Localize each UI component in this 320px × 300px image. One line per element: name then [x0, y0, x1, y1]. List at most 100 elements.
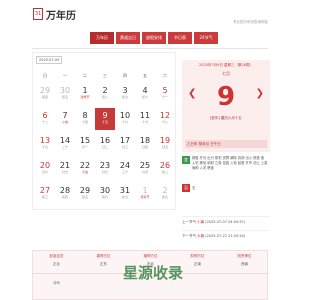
- day-cell[interactable]: 1 建党节: [75, 83, 95, 105]
- day-cell[interactable]: 27 初三: [35, 183, 55, 205]
- weekday-label: 日: [43, 73, 47, 78]
- lunar-label: 初六: [101, 195, 108, 199]
- info-value-row2: 冲马: [53, 281, 60, 285]
- next-term-name[interactable]: 大暑: [197, 234, 204, 238]
- nav-item-huangdaojiri[interactable]: 黄道吉日: [116, 32, 140, 44]
- day-number: 21: [59, 161, 71, 170]
- day-number: 3: [122, 86, 128, 95]
- day-number: 22: [79, 161, 91, 170]
- day-cell[interactable]: 19 廿五: [155, 133, 175, 155]
- lunar-label: 初四: [61, 195, 68, 199]
- day-cell[interactable]: 24 三十: [115, 158, 135, 180]
- next-solar-term: 下一节气 大暑 (2025-07-22 21:29:24): [182, 230, 270, 240]
- lunar-label: 六月: [141, 170, 148, 174]
- lunar-label: 初九: [121, 95, 128, 99]
- weekday-label: 二: [83, 73, 87, 78]
- lunar-label: 初九: [161, 195, 168, 199]
- lunar-label: 建党节: [80, 95, 90, 99]
- nav-item-solar-terms[interactable]: 24节气: [194, 32, 218, 44]
- lunar-label: 十九: [41, 145, 48, 149]
- day-cell[interactable]: 31 初七: [115, 183, 135, 205]
- next-term-label: 下一节气: [182, 234, 196, 238]
- date-select[interactable]: 2025-07-09: [36, 56, 62, 64]
- site-title[interactable]: 万年历: [46, 7, 76, 22]
- solar-term-info: 上一节气 小暑 (2025-07-07 04:04:57) 下一节气 大暑 (2…: [182, 212, 270, 248]
- day-cell[interactable]: 23 廿九: [95, 158, 115, 180]
- day-cell[interactable]: 10 十六: [115, 108, 135, 130]
- day-number: 9: [102, 111, 108, 120]
- day-cell-today[interactable]: 9 十五: [95, 108, 115, 130]
- day-cell[interactable]: 2 初八: [95, 83, 115, 105]
- day-number: 18: [139, 136, 151, 145]
- lunar-label: 初八: [101, 95, 108, 99]
- site-slogan: 专业的万年历查询网站: [233, 20, 268, 24]
- lunar-label: 十七: [141, 120, 148, 124]
- day-cell[interactable]: 17 廿三: [115, 133, 135, 155]
- day-cell[interactable]: 20 廿六: [35, 158, 55, 180]
- prev-term-name[interactable]: 小暑: [197, 220, 204, 224]
- yi-ji-section: 宜 嫁娶 开光 出行 祭祀 安葬 解除 拆卸 出火 修造 造 入宅 移徙 纳财 …: [182, 156, 270, 192]
- lunar-label: 十二: [41, 120, 48, 124]
- lunar-label: 十八: [161, 120, 168, 124]
- day-cell[interactable]: 29 初五: [75, 183, 95, 205]
- calendar-logo-icon[interactable]: 31: [33, 8, 43, 20]
- info-header: 彭祖百忌: [49, 254, 64, 258]
- lunar-label: 初二: [161, 170, 168, 174]
- day-number: 25: [139, 161, 151, 170]
- day-number: 5: [162, 86, 168, 95]
- day-cell[interactable]: 14 二十: [55, 133, 75, 155]
- nav-item-holidays[interactable]: 放假安排: [142, 32, 166, 44]
- day-cell[interactable]: 13 十九: [35, 133, 55, 155]
- day-cell[interactable]: 15 廿一: [75, 133, 95, 155]
- full-date: 2025年7月9日 星期三（第28周）: [199, 63, 253, 67]
- day-cell[interactable]: 18 廿四: [135, 133, 155, 155]
- day-cell[interactable]: 21 廿七: [55, 158, 75, 180]
- day-number: 20: [39, 161, 51, 170]
- day-cell[interactable]: 11 十七: [135, 108, 155, 130]
- day-cell[interactable]: 25 六月: [135, 158, 155, 180]
- lunar-label: 三十: [121, 170, 128, 174]
- day-number: 1: [82, 86, 88, 95]
- day-number: 30: [99, 186, 111, 195]
- lunar-label: 二十: [61, 145, 68, 149]
- day-cell[interactable]: 30 初五: [55, 83, 75, 105]
- day-cell[interactable]: 8 十四: [75, 108, 95, 130]
- nav-item-festivals[interactable]: 节日表: [168, 32, 192, 44]
- day-cell[interactable]: 1 建军节: [135, 183, 155, 205]
- day-cell[interactable]: 5 十一: [155, 83, 175, 105]
- next-day-icon[interactable]: ❯: [256, 88, 264, 99]
- info-value: 正东: [100, 262, 107, 266]
- day-cell[interactable]: 16 廿二: [95, 133, 115, 155]
- day-number: 23: [99, 161, 111, 170]
- info-header: 阳贵神位: [237, 254, 252, 258]
- prev-solar-term: 上一节气 小暑 (2025-07-07 04:04:57): [182, 216, 270, 226]
- day-cell[interactable]: 6 十二: [35, 108, 55, 130]
- lunar-label: 小暑: [61, 120, 68, 124]
- day-cell[interactable]: 4 初十: [135, 83, 155, 105]
- day-cell[interactable]: 29 初四: [35, 83, 55, 105]
- day-cell[interactable]: 30 初六: [95, 183, 115, 205]
- ji-text: 无: [192, 186, 196, 190]
- day-cell[interactable]: 12 十八: [155, 108, 175, 130]
- day-cell[interactable]: 7 小暑: [55, 108, 75, 130]
- day-cell[interactable]: 28 初四: [55, 183, 75, 205]
- info-header: 喜神方位: [96, 254, 111, 258]
- weekday-label: 五: [143, 73, 147, 78]
- day-number: 11: [139, 111, 151, 120]
- day-number: 16: [99, 136, 111, 145]
- day-number: 2: [102, 86, 108, 95]
- lunar-date: [蛇年] 農历六月十五: [210, 116, 242, 120]
- day-cell[interactable]: 26 初二: [155, 158, 175, 180]
- nav-item-wannianli[interactable]: 万年历: [90, 32, 114, 44]
- ji-badge: 忌: [182, 184, 190, 192]
- day-number: 30: [59, 86, 71, 95]
- info-header: 福神方位: [143, 254, 158, 258]
- day-cell[interactable]: 3 初九: [115, 83, 135, 105]
- lunar-label: 初五: [61, 95, 68, 99]
- lunar-label: 初四: [41, 95, 48, 99]
- lunar-label: 廿一: [81, 145, 88, 149]
- lunar-label: 廿九: [101, 170, 108, 174]
- day-cell[interactable]: 22 大暑: [75, 158, 95, 180]
- day-cell[interactable]: 2 初九: [155, 183, 175, 205]
- lunar-label: 十四: [81, 120, 88, 124]
